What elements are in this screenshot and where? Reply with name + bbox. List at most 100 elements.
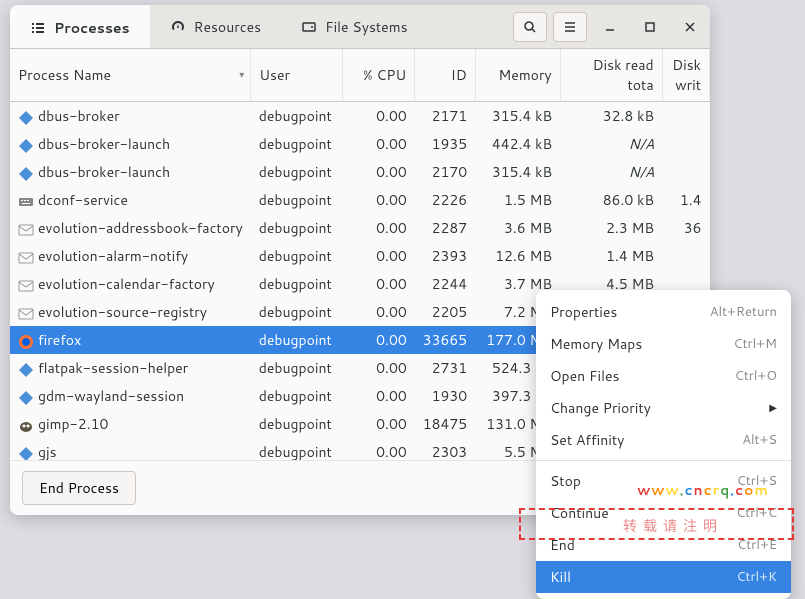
cell-disk-read: 2.3 MB	[560, 214, 662, 242]
col-process-name[interactable]: Process Name▾	[10, 49, 251, 102]
col-memory[interactable]: Memory	[475, 49, 560, 102]
cell-name: evolution-addressbook-factory	[10, 214, 251, 242]
watermark-text: www.cncrq.com	[637, 479, 769, 501]
cell-name: dbus-broker-launch	[10, 158, 251, 186]
table-row[interactable]: dconf-servicedebugpoint0.0022261.5 MB86.…	[10, 186, 710, 214]
cell-user: debugpoint	[251, 326, 343, 354]
cell-name: gimp-2.10	[10, 410, 251, 438]
tab-label: Resources	[194, 17, 261, 37]
menu-set-affinity[interactable]: Set AffinityAlt+S	[536, 424, 791, 456]
cell-id: 2171	[415, 102, 475, 131]
tab-resources[interactable]: Resources	[150, 5, 281, 48]
view-tabs: Processes Resources File Systems	[10, 5, 428, 48]
maximize-icon	[644, 21, 656, 33]
cell-id: 1935	[415, 130, 475, 158]
cell-id: 1930	[415, 382, 475, 410]
cell-memory: 442.4 kB	[475, 130, 560, 158]
cell-id: 2205	[415, 298, 475, 326]
cell-disk-write	[662, 102, 709, 131]
cell-cpu: 0.00	[343, 298, 415, 326]
close-button[interactable]	[673, 12, 707, 42]
cell-disk-read: 32.8 kB	[560, 102, 662, 131]
table-row[interactable]: evolution-addressbook-factorydebugpoint0…	[10, 214, 710, 242]
cell-cpu: 0.00	[343, 158, 415, 186]
gimp-icon	[18, 418, 34, 434]
cell-name: evolution-alarm-notify	[10, 242, 251, 270]
cell-memory: 1.5 MB	[475, 186, 560, 214]
cell-user: debugpoint	[251, 270, 343, 298]
minimize-button[interactable]	[593, 12, 627, 42]
table-row[interactable]: dbus-brokerdebugpoint0.002171315.4 kB32.…	[10, 102, 710, 131]
diamond-icon	[18, 362, 34, 378]
cell-user: debugpoint	[251, 382, 343, 410]
menu-memory-maps[interactable]: Memory MapsCtrl+M	[536, 328, 791, 360]
cell-cpu: 0.00	[343, 270, 415, 298]
cell-id: 2303	[415, 438, 475, 460]
menu-change-priority[interactable]: Change Priority▶	[536, 392, 791, 424]
diamond-icon	[18, 110, 34, 126]
diamond-icon	[18, 166, 34, 182]
tab-filesystems[interactable]: File Systems	[281, 5, 427, 48]
search-icon	[523, 20, 537, 34]
cell-cpu: 0.00	[343, 438, 415, 460]
cell-disk-write	[662, 158, 709, 186]
context-menu: PropertiesAlt+Return Memory MapsCtrl+M O…	[536, 290, 791, 599]
tab-processes[interactable]: Processes	[10, 5, 150, 48]
maximize-button[interactable]	[633, 12, 667, 42]
table-row[interactable]: dbus-broker-launchdebugpoint0.002170315.…	[10, 158, 710, 186]
col-disk-write[interactable]: Disk writ	[662, 49, 709, 102]
speedometer-icon	[170, 19, 186, 35]
cell-id: 2244	[415, 270, 475, 298]
cell-user: debugpoint	[251, 186, 343, 214]
diamond-icon	[18, 390, 34, 406]
cell-disk-read: 1.4 MB	[560, 242, 662, 270]
cell-cpu: 0.00	[343, 354, 415, 382]
cell-id: 2393	[415, 242, 475, 270]
menu-kill[interactable]: KillCtrl+K	[536, 561, 791, 593]
close-icon	[684, 21, 696, 33]
cell-user: debugpoint	[251, 410, 343, 438]
disk-icon	[301, 19, 317, 35]
cell-cpu: 0.00	[343, 130, 415, 158]
col-user[interactable]: User	[251, 49, 343, 102]
cell-disk-write	[662, 130, 709, 158]
col-cpu[interactable]: % CPU	[343, 49, 415, 102]
cell-memory: 12.6 MB	[475, 242, 560, 270]
menu-properties[interactable]: PropertiesAlt+Return	[536, 296, 791, 328]
end-process-button[interactable]: End Process	[22, 471, 136, 505]
chevron-right-icon: ▶	[769, 401, 777, 415]
cell-user: debugpoint	[251, 158, 343, 186]
cell-disk-read: 86.0 kB	[560, 186, 662, 214]
table-row[interactable]: evolution-alarm-notifydebugpoint0.002393…	[10, 242, 710, 270]
tab-label: File Systems	[325, 17, 407, 37]
col-disk-read[interactable]: Disk read tota	[560, 49, 662, 102]
list-icon	[30, 20, 46, 36]
menu-button[interactable]	[553, 12, 587, 42]
menu-open-files[interactable]: Open FilesCtrl+O	[536, 360, 791, 392]
cell-name: dconf-service	[10, 186, 251, 214]
cell-user: debugpoint	[251, 214, 343, 242]
envelope-icon	[18, 222, 34, 238]
cell-user: debugpoint	[251, 242, 343, 270]
table-row[interactable]: dbus-broker-launchdebugpoint0.001935442.…	[10, 130, 710, 158]
cell-id: 2287	[415, 214, 475, 242]
cell-id: 33665	[415, 326, 475, 354]
cell-disk-write: 36	[662, 214, 709, 242]
keyboard-icon	[18, 194, 34, 210]
cell-cpu: 0.00	[343, 326, 415, 354]
search-button[interactable]	[513, 12, 547, 42]
cell-id: 18475	[415, 410, 475, 438]
envelope-icon	[18, 250, 34, 266]
cell-name: flatpak-session-helper	[10, 354, 251, 382]
cell-name: gjs	[10, 438, 251, 460]
cell-memory: 3.6 MB	[475, 214, 560, 242]
cell-user: debugpoint	[251, 438, 343, 460]
diamond-icon	[18, 138, 34, 154]
cell-user: debugpoint	[251, 298, 343, 326]
cell-memory: 315.4 kB	[475, 102, 560, 131]
cell-disk-read: N/A	[560, 158, 662, 186]
cell-id: 2731	[415, 354, 475, 382]
cell-name: evolution-source-registry	[10, 298, 251, 326]
col-id[interactable]: ID	[415, 49, 475, 102]
cell-id: 2226	[415, 186, 475, 214]
